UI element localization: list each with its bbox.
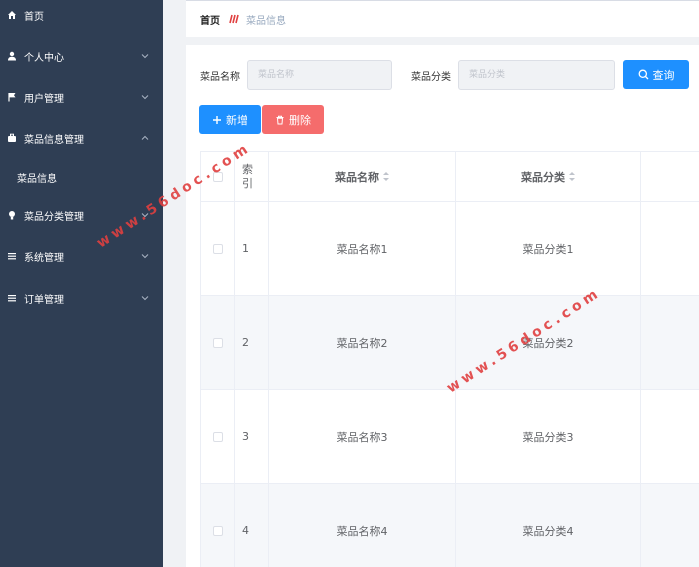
home-icon [7,10,17,20]
chevron-down-icon [141,254,149,259]
header-dish-category[interactable]: 菜品分类 [456,152,641,201]
query-button-label: 查询 [652,68,675,82]
sort-icon[interactable] [383,172,389,181]
delete-button[interactable]: 删除 [262,105,324,134]
query-button[interactable]: 查询 [623,60,689,89]
row-index: 3 [235,390,269,483]
sidebar-item-dish-info-mgmt[interactable]: 菜品信息管理 [0,121,163,155]
row-checkbox[interactable] [212,243,223,254]
main-panel: 菜品名称 菜品名称 菜品分类 菜品分类 查询 新增 删除 索引 菜品名称 菜品分… [186,45,699,567]
dish-name-input[interactable]: 菜品名称 [247,60,392,90]
row-extra [641,202,699,295]
trash-icon [276,115,284,124]
header-index-label: 索引 [242,162,253,190]
row-dish-name: 菜品名称2 [269,296,456,389]
chevron-down-icon [141,296,149,301]
row-checkbox-cell [201,484,235,567]
add-button[interactable]: 新增 [199,105,261,134]
row-dish-category: 菜品分类4 [456,484,641,567]
chevron-up-icon [141,135,149,140]
dish-name-label: 菜品名称 [200,72,240,83]
breadcrumb-home[interactable]: 首页 [200,12,220,27]
table-row: 3 菜品名称3 菜品分类3 [201,390,699,484]
dish-category-label: 菜品分类 [411,72,451,83]
row-index: 2 [235,296,269,389]
sidebar-item-personal[interactable]: 个人中心 [0,39,163,73]
sidebar-item-users[interactable]: 用户管理 [0,80,163,114]
search-bar: 菜品名称 菜品名称 菜品分类 菜品分类 查询 [186,60,699,90]
row-dish-name: 菜品名称1 [269,202,456,295]
table-row: 2 菜品名称2 菜品分类2 [201,296,699,390]
sidebar-item-label: 菜品信息 [17,173,57,185]
dish-table: 索引 菜品名称 菜品分类 1 菜品名称1 菜品分类1 2 菜品名称2 菜品分类2… [200,151,699,567]
sidebar-item-label: 订单管理 [24,294,64,306]
table-row: 4 菜品名称4 菜品分类4 [201,484,699,567]
briefcase-icon [7,133,17,143]
row-checkbox-cell [201,296,235,389]
add-button-label: 新增 [226,113,248,127]
sidebar-item-order-mgmt[interactable]: 订单管理 [0,281,163,315]
menu-icon [7,293,17,303]
breadcrumb: 首页 菜品信息 [186,0,699,37]
row-checkbox-cell [201,202,235,295]
dish-category-input[interactable]: 菜品分类 [458,60,615,90]
row-dish-name: 菜品名称4 [269,484,456,567]
row-checkbox-cell [201,390,235,483]
breadcrumb-separator-icon [229,14,239,24]
sidebar-item-label: 用户管理 [24,93,64,105]
bulb-icon [7,210,17,220]
plus-icon [213,115,221,124]
chevron-down-icon [141,54,149,59]
row-checkbox[interactable] [212,431,223,442]
row-extra [641,484,699,567]
menu-icon [7,251,17,261]
sidebar-item-system-mgmt[interactable]: 系统管理 [0,239,163,273]
row-extra [641,296,699,389]
row-index: 4 [235,484,269,567]
breadcrumb-current: 菜品信息 [246,15,286,27]
row-extra [641,390,699,483]
row-index: 1 [235,202,269,295]
chevron-down-icon [141,95,149,100]
user-icon [7,51,17,61]
row-dish-name: 菜品名称3 [269,390,456,483]
sidebar-subitem-dish-info[interactable]: 菜品信息 [0,160,163,194]
header-dish-name-label: 菜品名称 [335,170,379,184]
row-checkbox[interactable] [212,337,223,348]
table-row: 1 菜品名称1 菜品分类1 [201,202,699,296]
header-dish-name[interactable]: 菜品名称 [269,152,456,201]
delete-button-label: 删除 [289,113,311,127]
sidebar-item-home[interactable]: 首页 [0,0,163,32]
flag-icon [7,92,17,102]
row-dish-category: 菜品分类3 [456,390,641,483]
sidebar-item-label: 首页 [24,11,44,23]
sort-icon[interactable] [569,172,575,181]
sidebar-item-label: 个人中心 [24,52,64,64]
sidebar-item-label: 系统管理 [24,252,64,264]
table-header: 索引 菜品名称 菜品分类 [201,152,699,202]
header-dish-category-label: 菜品分类 [521,170,565,184]
search-icon [638,69,648,80]
row-checkbox[interactable] [212,525,223,536]
header-extra [641,152,699,201]
sidebar-item-label: 菜品信息管理 [24,134,84,146]
sidebar: 首页 个人中心 用户管理 菜品信息管理 菜品信息 菜品分类管理 系统管理 订单管… [0,0,163,567]
row-dish-category: 菜品分类1 [456,202,641,295]
